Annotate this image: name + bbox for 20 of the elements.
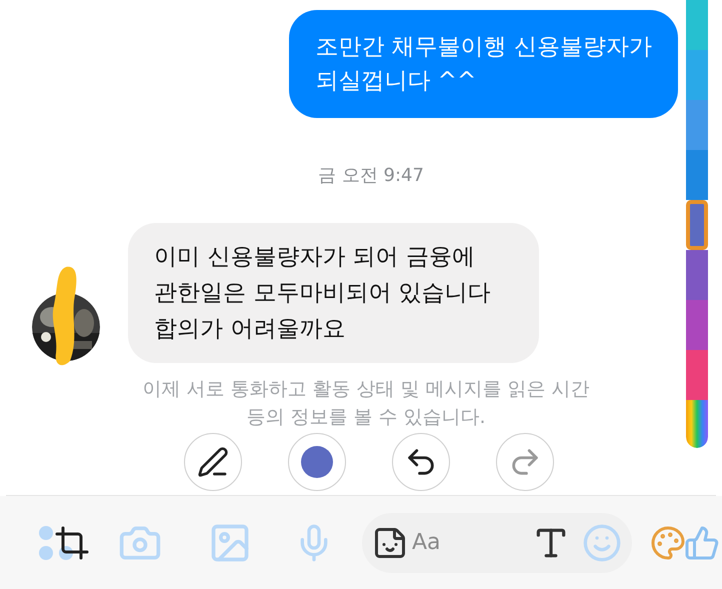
crop-icon[interactable] xyxy=(54,524,90,560)
color-swatch[interactable] xyxy=(686,300,708,350)
message-field[interactable]: Aa xyxy=(362,512,632,572)
color-swatch[interactable] xyxy=(686,350,708,400)
like-icon[interactable] xyxy=(684,524,720,560)
timestamp: 금 오전 9:47 xyxy=(317,164,424,188)
color-swatch[interactable] xyxy=(686,0,708,50)
palette-icon[interactable] xyxy=(650,524,686,560)
info-text: 이제 서로 통화하고 활동 상태 및 메시지를 읽은 시간 등의 정보를 볼 수 있습니다. xyxy=(142,377,590,430)
color-swatch[interactable] xyxy=(686,50,708,100)
emoji-icon[interactable] xyxy=(582,522,622,562)
color-swatch[interactable] xyxy=(686,400,708,448)
outgoing-message: 조만간 채무불이행 신용불량자가 되실껍니다 ^^ xyxy=(289,10,678,118)
color-swatch[interactable] xyxy=(686,150,708,200)
color-swatch[interactable] xyxy=(686,100,708,150)
pen-icon xyxy=(197,446,229,478)
message-input[interactable]: Aa xyxy=(412,526,492,559)
color-swatch[interactable] xyxy=(686,250,708,300)
incoming-message: 이미 신용불량자가 되어 금융에 관한일은 모두마비되어 있습니다 합의가 어려울까요 xyxy=(128,223,539,363)
color-swatch[interactable] xyxy=(686,200,708,250)
